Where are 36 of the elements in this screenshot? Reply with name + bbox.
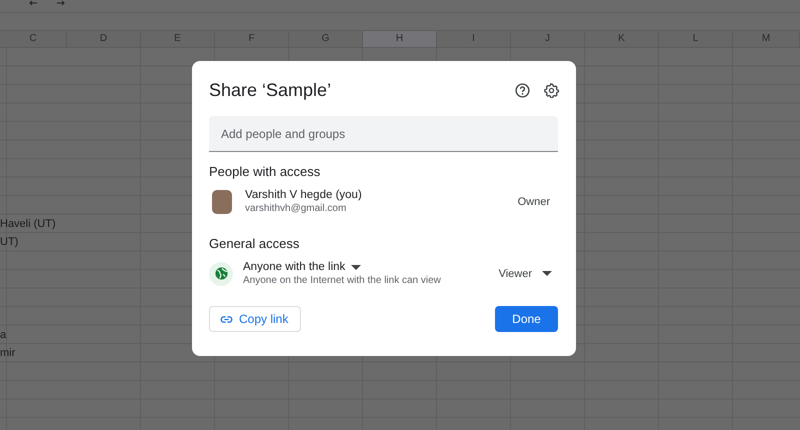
column-header[interactable]: L <box>659 31 733 48</box>
globe-icon <box>209 262 233 286</box>
cell-text: UT) <box>0 235 18 249</box>
column-header[interactable]: I <box>437 31 511 48</box>
caret-icon <box>351 264 362 270</box>
column-header[interactable]: J <box>511 31 585 48</box>
link-icon <box>220 316 233 322</box>
undo-icon[interactable] <box>28 0 38 6</box>
caret-icon <box>542 271 552 276</box>
role-label: Owner <box>518 196 550 208</box>
help-icon[interactable] <box>515 82 530 98</box>
column-header[interactable]: M <box>733 31 800 48</box>
redo-icon[interactable] <box>56 0 66 6</box>
column-header[interactable]: H <box>363 31 437 48</box>
column-header[interactable]: E <box>141 31 215 48</box>
role-dropdown[interactable]: Viewer <box>498 268 552 280</box>
cell-text: mir <box>0 346 16 360</box>
column-header[interactable]: G <box>289 31 363 48</box>
column-header[interactable]: F <box>215 31 289 48</box>
settings-icon[interactable] <box>544 82 559 98</box>
cell-text: Haveli (UT) <box>0 216 56 230</box>
column-header[interactable]: C <box>0 31 67 48</box>
dialog-title: Share ‘Sample’ <box>209 80 332 100</box>
add-people-field[interactable]: Add people and groups <box>209 116 558 152</box>
cell-text: a <box>0 328 6 342</box>
section-heading: People with access <box>209 164 322 179</box>
section-heading: General access <box>209 236 300 251</box>
access-description: Anyone on the Internet with the link can view <box>243 275 442 286</box>
access-dropdown[interactable]: Anyone with the link <box>243 261 362 273</box>
column-header[interactable]: K <box>585 31 659 48</box>
person-email: varshithvh@gmail.com <box>245 203 348 214</box>
person-name: Varshith V hegde (you) <box>245 189 363 201</box>
avatar-photo-placeholder <box>212 190 232 214</box>
column-header[interactable]: D <box>67 31 141 48</box>
done-button[interactable]: Done <box>495 306 558 332</box>
copy-link-button[interactable]: Copy link <box>209 306 302 332</box>
